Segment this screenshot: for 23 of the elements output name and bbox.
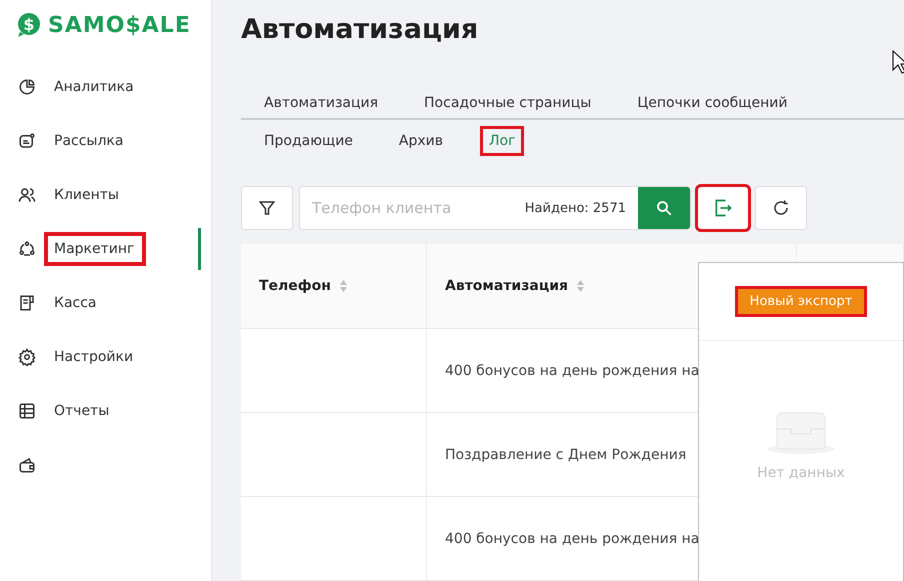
logo-icon: $ xyxy=(16,12,42,38)
tab[interactable]: Цепочки сообщений xyxy=(628,88,796,118)
page-title: Автоматизация xyxy=(241,14,480,45)
tab[interactable]: Продающие xyxy=(255,126,362,156)
tab[interactable]: Посадочные страницы xyxy=(415,88,600,118)
table-cell: Поздравление с Днем Рождения xyxy=(445,446,686,462)
sidebar-item[interactable]: Отчеты xyxy=(44,394,122,428)
sidebar-item[interactable]: Настройки xyxy=(44,340,146,374)
tab[interactable]: Архив xyxy=(390,126,452,156)
found-count: Найдено: 2571 xyxy=(524,200,626,216)
sidebar-item[interactable]: Аналитика xyxy=(44,70,146,104)
table-cell: 400 бонусов на день рождения на xyxy=(445,530,700,546)
sidebar-item[interactable]: Рассылка xyxy=(44,124,136,158)
column-header[interactable]: Телефон xyxy=(259,278,331,294)
sidebar-item[interactable]: Маркетинг xyxy=(44,232,146,266)
tab[interactable]: Автоматизация xyxy=(255,88,388,118)
empty-message: Нет данных xyxy=(757,465,845,481)
sidebar-item[interactable]: Клиенты xyxy=(44,178,131,212)
logo-text: SAMO$ALE xyxy=(48,12,191,38)
column-header[interactable]: Автоматизация xyxy=(445,278,568,294)
table-cell: 400 бонусов на день рождения на xyxy=(445,362,700,378)
tab[interactable]: Лог xyxy=(480,126,524,156)
sidebar-item[interactable]: Касса xyxy=(44,286,108,320)
